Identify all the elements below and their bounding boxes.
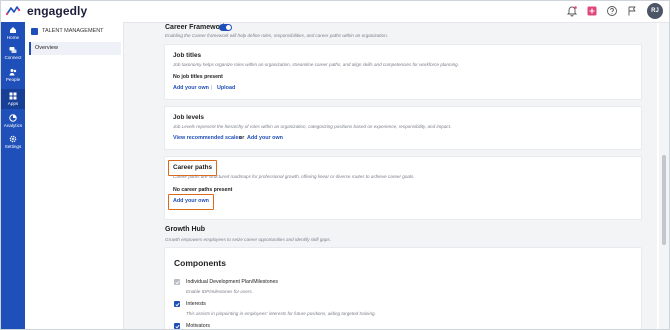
sidebar-title: TALENT MANAGEMENT [42,28,104,34]
interests-description: This assists in pinpointing in employees… [186,311,376,316]
nav-item-people[interactable]: People [1,68,25,82]
people-icon [9,69,17,76]
growth-hub-description: Growth empowers employees to seize caree… [165,237,331,242]
app-window: engagedly RJ Home Connect People Apps An… [0,0,670,330]
nav-item-settings[interactable]: Settings [1,135,25,149]
career-framework-toggle[interactable] [219,24,232,31]
job-titles-upload-link[interactable]: Upload [217,85,235,91]
motivators-checkbox[interactable] [174,323,180,329]
link-separator: | [211,85,213,91]
idp-label: Individual Development Plan/Milestones [186,279,278,285]
idp-description: Enable IDP/milestones for users. [186,289,253,294]
components-card: Components Individual Development Plan/M… [164,247,642,329]
interests-label: Interests [186,301,206,307]
main-scrollbar[interactable] [659,23,669,329]
job-titles-empty-text: No job titles present [173,74,223,80]
talent-management-icon [31,28,38,35]
nav-item-connect[interactable]: Connect [1,46,25,60]
user-avatar[interactable]: RJ [647,3,663,19]
plus-square-icon[interactable] [586,5,598,17]
nav-label-apps: Apps [7,101,19,106]
main-content: Career Framework Enabling the Career fra… [124,23,657,329]
chart-icon [9,114,17,122]
check-icon [174,302,180,306]
nav-label-people: People [5,77,21,82]
interests-checkbox[interactable] [174,301,180,307]
career-framework-title: Career Framework [165,24,227,31]
career-framework-description: Enabling the Career framework will help … [165,33,388,38]
job-levels-description: Job Levels represent the hierarchy of ro… [173,124,452,129]
check-icon [174,324,180,328]
logo-icon [5,6,21,16]
chat-icon [9,47,17,53]
job-titles-add-link[interactable]: Add your own [173,85,209,91]
career-paths-empty-text: No career paths present [173,187,233,193]
gear-icon [9,135,17,143]
check-icon [174,280,180,284]
job-titles-description: Job taxonomy helps organize roles within… [173,62,459,67]
sidebar-item-overview[interactable]: Overview [29,42,121,55]
nav-item-analytics[interactable]: Analytics [1,114,25,128]
nav-label-settings: Settings [4,144,22,149]
job-levels-title: Job levels [173,114,204,121]
job-levels-add-link[interactable]: Add your own [247,135,283,141]
job-titles-card: Job titles Job taxonomy helps organize r… [164,44,642,100]
motivators-label: Motivators [186,323,210,329]
brand-logo[interactable]: engagedly [27,4,87,18]
view-recommended-scales-link[interactable]: View recommended scales [173,135,242,141]
nav-item-apps[interactable]: Apps [1,89,25,109]
home-icon [10,27,16,33]
secondary-sidebar: TALENT MANAGEMENT Overview [25,22,124,329]
nav-label-home: Home [6,35,20,40]
top-bar: engagedly RJ [1,1,669,23]
components-title: Components [174,258,226,268]
or-text: or [239,135,245,141]
add-your-own-highlight [168,194,214,210]
job-titles-title: Job titles [173,52,202,59]
help-icon[interactable] [606,5,618,17]
sidebar-item-label: Overview [35,45,58,51]
flag-icon[interactable] [626,5,638,17]
career-paths-title-highlight [168,160,217,176]
grid-icon [9,92,17,100]
bell-icon[interactable] [566,5,578,17]
job-levels-card: Job levels Job Levels represent the hier… [164,106,642,150]
nav-label-connect: Connect [4,55,22,60]
scrollbar-thumb[interactable] [662,155,666,245]
left-nav: Home Connect People Apps Analytics Setti… [1,22,25,329]
sidebar-header: TALENT MANAGEMENT [29,28,121,38]
career-paths-card: Career paths Career paths are structured… [164,156,642,220]
idp-checkbox[interactable] [174,279,180,285]
nav-item-home[interactable]: Home [1,26,25,40]
growth-hub-title: Growth Hub [165,226,206,233]
nav-label-analytics: Analytics [3,123,23,128]
